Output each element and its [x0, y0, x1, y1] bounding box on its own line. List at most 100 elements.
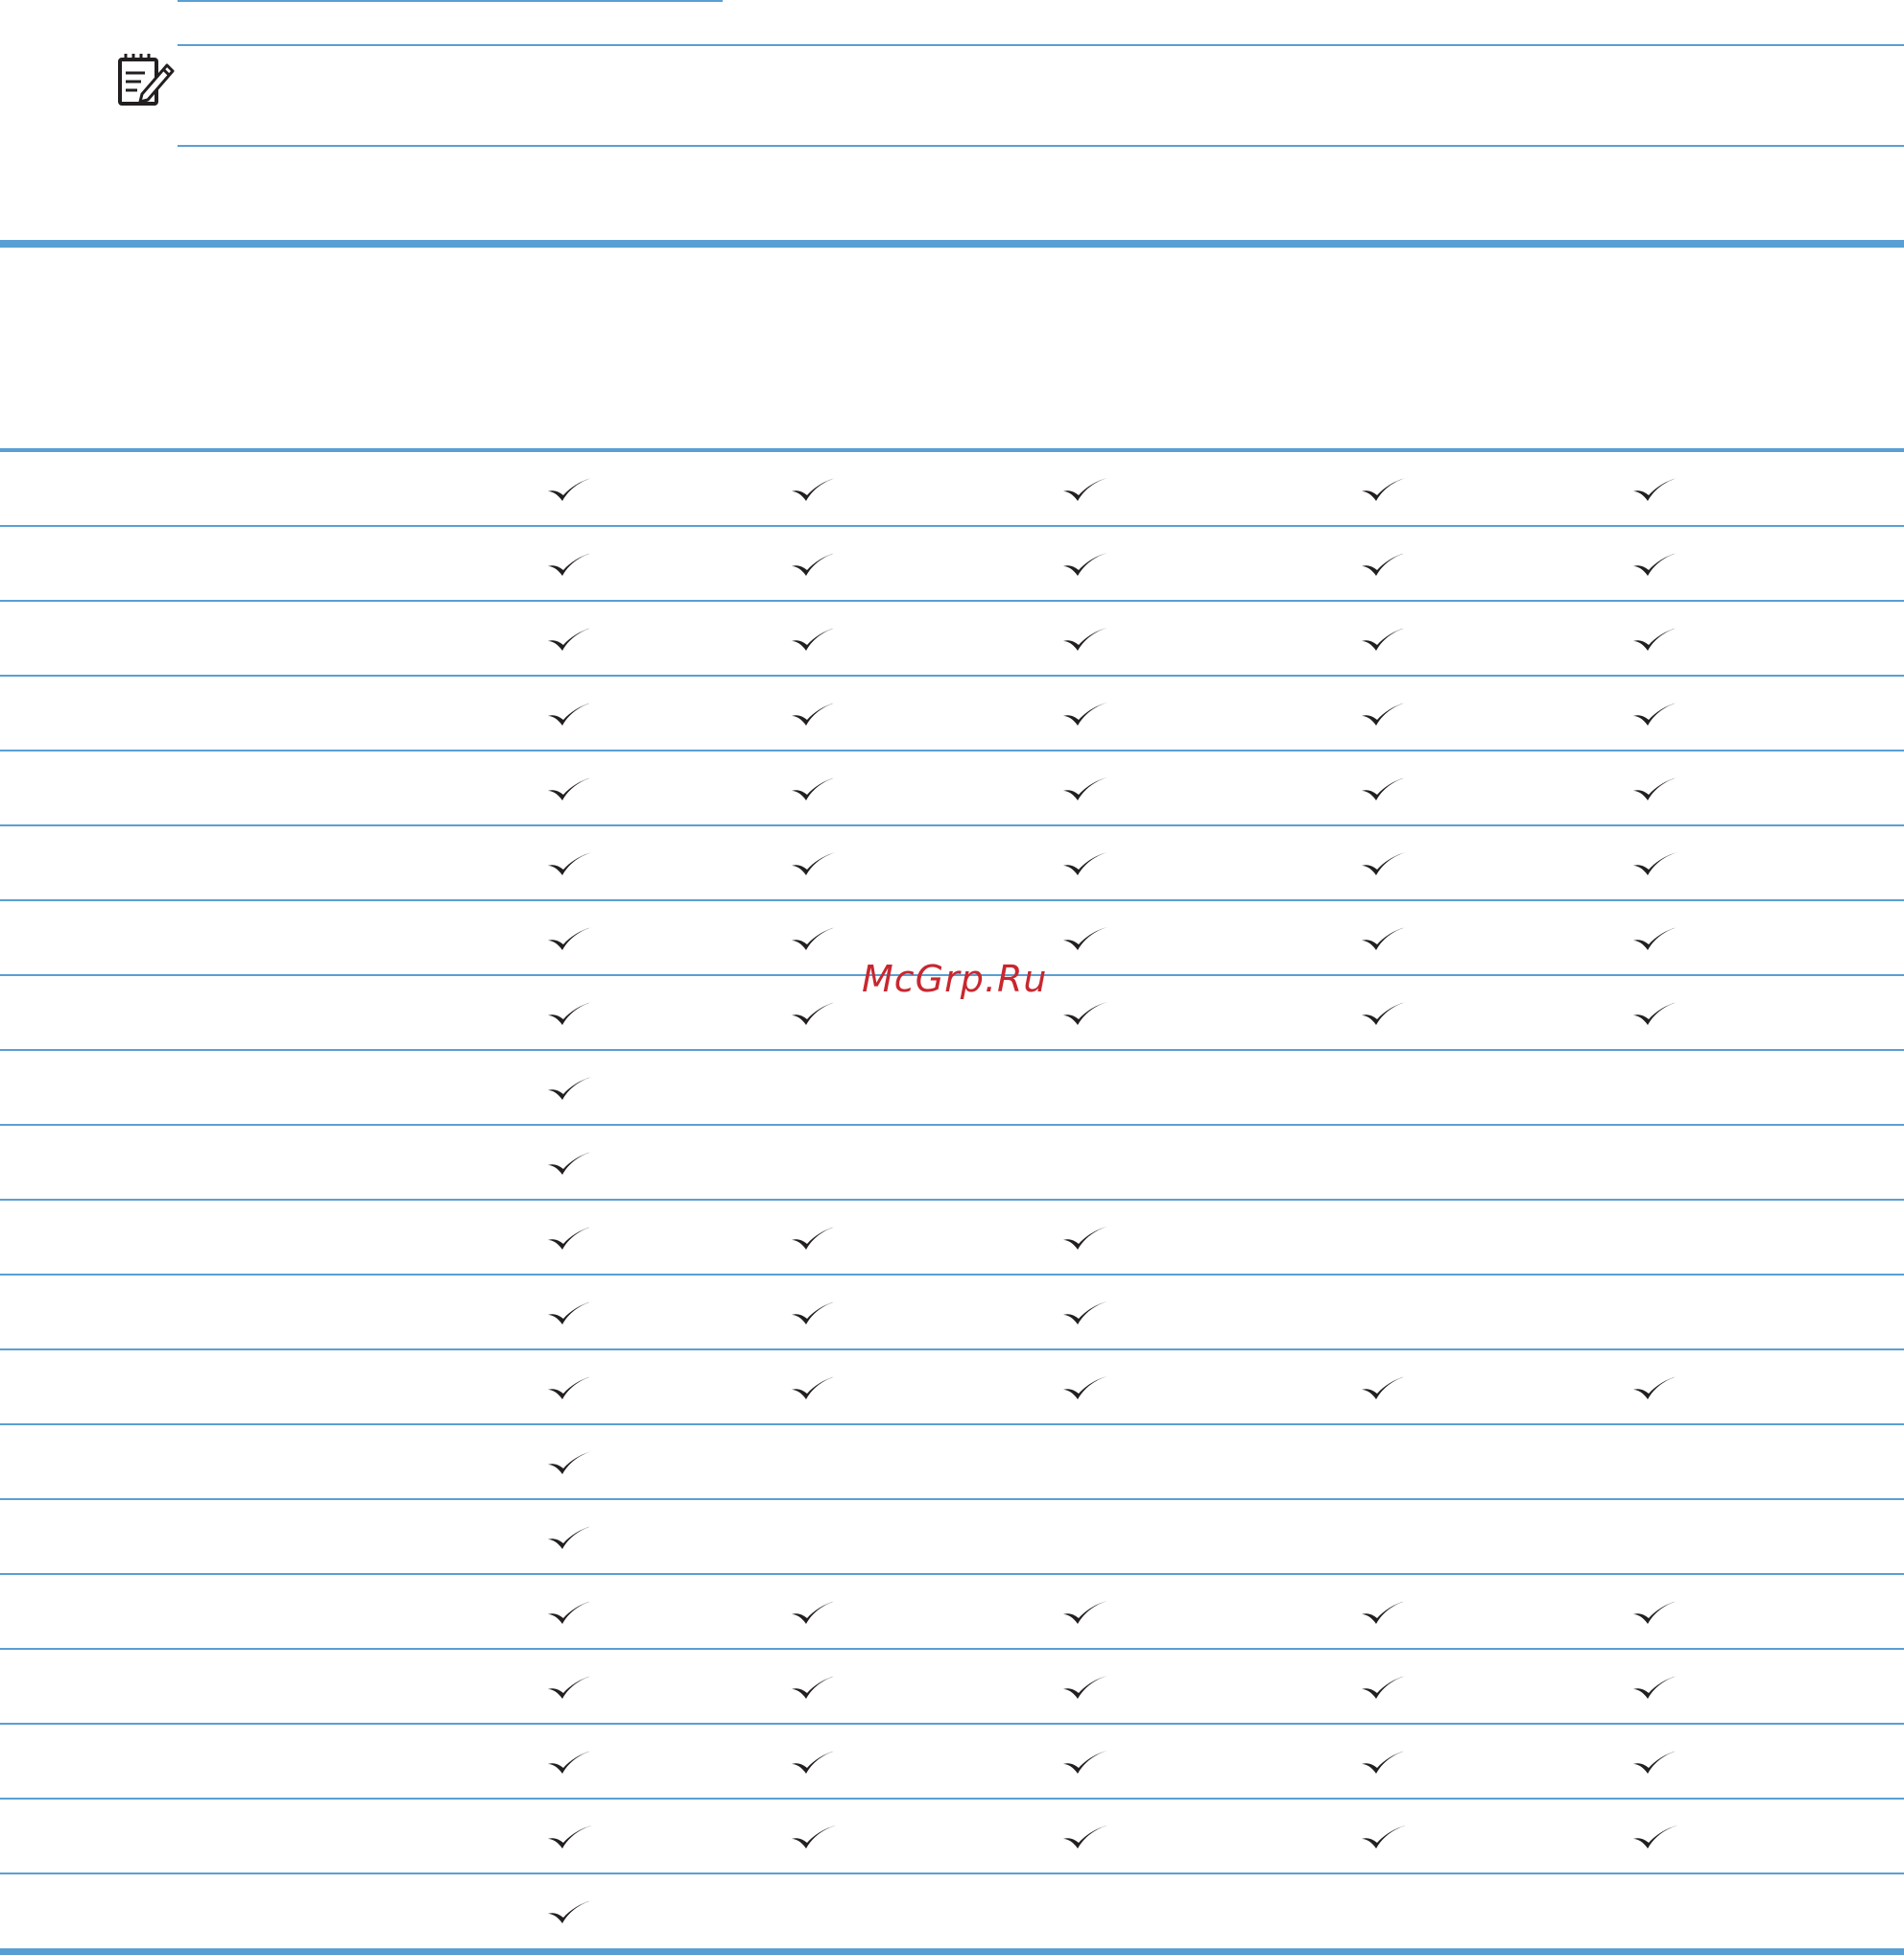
checkmark-icon [548, 478, 592, 501]
checkmark-icon [792, 1376, 836, 1399]
checkmark-icon [1633, 777, 1678, 800]
checkmark-icon [1063, 1676, 1107, 1699]
table-row [0, 826, 1904, 901]
checkmark-icon [548, 777, 592, 800]
checkmark-icon [1362, 777, 1406, 800]
checkmark-icon [548, 1676, 592, 1699]
note-top-rule [178, 44, 1904, 46]
checkmark-icon [548, 1002, 592, 1025]
table-row [0, 1051, 1904, 1126]
table-row [0, 527, 1904, 602]
checkmark-icon [792, 1676, 836, 1699]
checkmark-icon [548, 1526, 592, 1549]
table-row [0, 1725, 1904, 1800]
checkmark-icon [1633, 1376, 1678, 1399]
checkmark-icon [1633, 1676, 1678, 1699]
checkmark-icon [548, 553, 592, 576]
checkmark-icon [1362, 628, 1406, 651]
checkmark-icon [548, 628, 592, 651]
checkmark-icon [548, 1152, 592, 1175]
checkmark-icon [1362, 927, 1406, 950]
table-top-rule [0, 240, 1904, 248]
checkmark-icon [792, 1227, 836, 1250]
checkmark-icon [1633, 1002, 1678, 1025]
checkmark-icon [548, 1376, 592, 1399]
table-row [0, 751, 1904, 826]
table-row [0, 1201, 1904, 1276]
checkmark-icon [1633, 852, 1678, 875]
checkmark-icon [548, 1601, 592, 1624]
checkmark-icon [1633, 628, 1678, 651]
checkmark-icon [1063, 1751, 1107, 1774]
table-row [0, 1650, 1904, 1725]
checkmark-icon [1063, 777, 1107, 800]
checkmark-icon [1633, 1601, 1678, 1624]
checkmark-icon [1063, 1376, 1107, 1399]
checkmark-icon [792, 1002, 836, 1025]
checkmark-icon [792, 852, 836, 875]
checkmark-icon [548, 703, 592, 726]
top-short-rule [178, 0, 723, 2]
checkmark-icon [1633, 478, 1678, 501]
checkmark-icon [548, 852, 592, 875]
checkmark-icon [792, 1751, 836, 1774]
note-bottom-rule [178, 145, 1904, 147]
checkmark-icon [792, 927, 836, 950]
checkmark-icon [1362, 1676, 1406, 1699]
checkmark-icon [1362, 553, 1406, 576]
table-bottom-rule [0, 1948, 1904, 1955]
checkmark-icon [1063, 478, 1107, 501]
table-row [0, 1874, 1904, 1949]
checkmark-icon [1362, 703, 1406, 726]
checkmark-icon [548, 1227, 592, 1250]
table-row [0, 1425, 1904, 1500]
table-row [0, 452, 1904, 527]
table-row [0, 1575, 1904, 1650]
checkmark-icon [792, 1601, 836, 1624]
table-row [0, 677, 1904, 751]
checkmark-icon [1362, 1002, 1406, 1025]
checkmark-icon [548, 1077, 592, 1100]
checkmark-icon [1362, 1601, 1406, 1624]
table-row [0, 1500, 1904, 1575]
checkmark-icon [548, 1451, 592, 1474]
checkmark-icon [548, 1825, 592, 1849]
checkmark-icon [1633, 1825, 1678, 1849]
checkmark-icon [1063, 927, 1107, 950]
checkmark-icon [1633, 927, 1678, 950]
table-header [0, 248, 1904, 448]
checkmark-icon [1633, 553, 1678, 576]
checkmark-icon [1063, 703, 1107, 726]
checkmark-icon [548, 1301, 592, 1324]
checkmark-icon [1063, 628, 1107, 651]
checkmark-icon [1633, 703, 1678, 726]
table-row [0, 602, 1904, 677]
checkmark-icon [1362, 1751, 1406, 1774]
checkmark-icon [1063, 1227, 1107, 1250]
checkmark-icon [1063, 852, 1107, 875]
checkmark-icon [1063, 1601, 1107, 1624]
table-row [0, 1350, 1904, 1425]
checkmark-icon [1633, 1751, 1678, 1774]
watermark: McGrp.Ru [862, 958, 1048, 1000]
checkmark-icon [548, 1900, 592, 1923]
checkmark-icon [548, 1751, 592, 1774]
checkmark-icon [1063, 1825, 1107, 1849]
table-row [0, 1276, 1904, 1350]
checkmark-icon [1362, 1825, 1406, 1849]
checkmark-icon [1362, 478, 1406, 501]
note-pencil-icon [118, 54, 175, 106]
checkmark-icon [792, 1825, 836, 1849]
checkmark-icon [792, 703, 836, 726]
checkmark-icon [792, 628, 836, 651]
checkmark-icon [1063, 553, 1107, 576]
checkmark-icon [548, 927, 592, 950]
checkmark-icon [1362, 852, 1406, 875]
checkmark-icon [792, 777, 836, 800]
checkmark-icon [1362, 1376, 1406, 1399]
feature-table [0, 452, 1904, 1949]
checkmark-icon [792, 478, 836, 501]
checkmark-icon [1063, 1002, 1107, 1025]
checkmark-icon [1063, 1301, 1107, 1324]
checkmark-icon [792, 553, 836, 576]
